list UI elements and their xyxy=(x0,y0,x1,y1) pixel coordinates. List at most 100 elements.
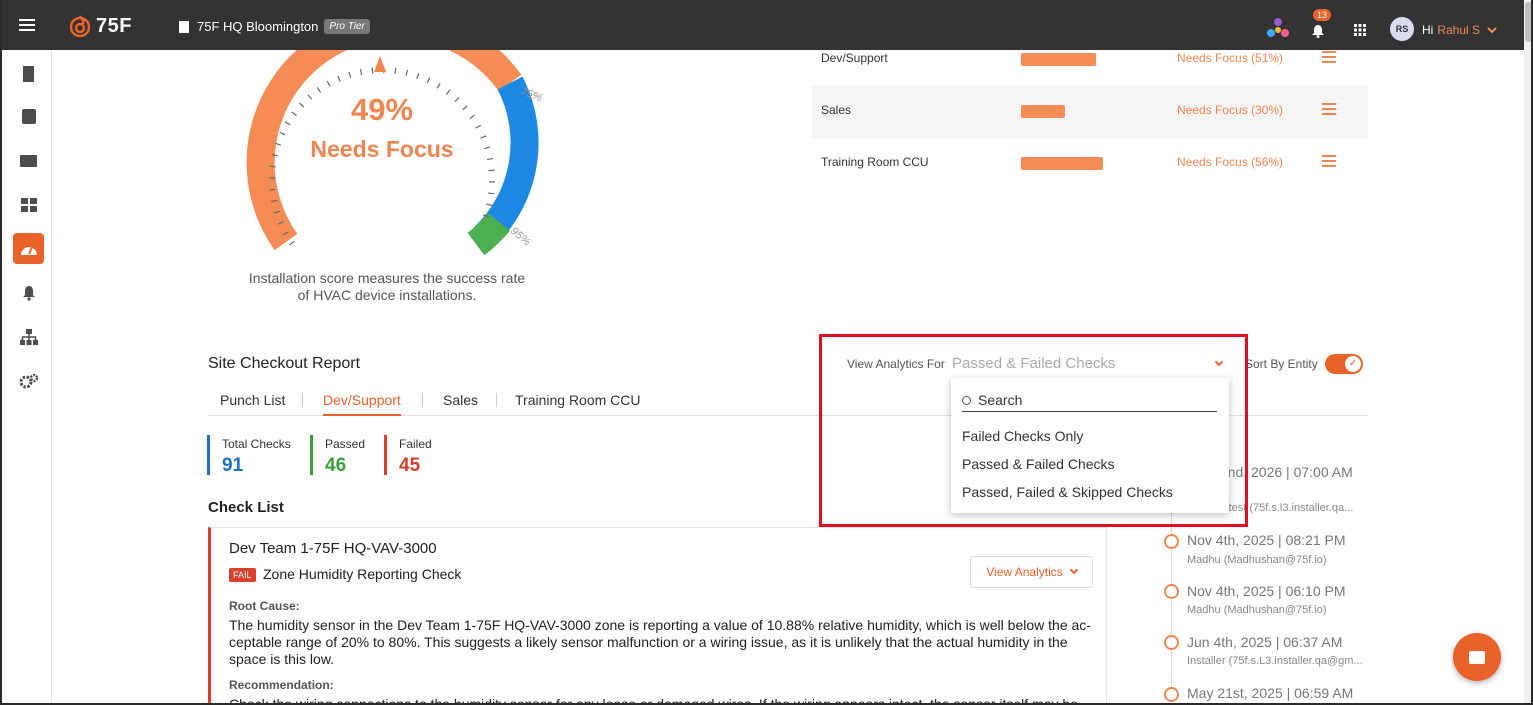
view-analytics-button[interactable]: View Analytics xyxy=(970,556,1093,588)
gauge-status: Needs Focus xyxy=(310,136,453,162)
tab-punch-list[interactable]: Punch List xyxy=(220,392,285,408)
root-cause-label: Root Cause: xyxy=(229,599,300,613)
gauge-caption-line2: of HVAC device installations. xyxy=(297,287,477,303)
gauge-tick xyxy=(394,67,397,74)
bell-icon xyxy=(22,285,35,301)
list-details-icon[interactable] xyxy=(1322,155,1336,167)
recommendation-text: Check the wiring connections to the humi… xyxy=(229,696,1078,705)
sidebar-item-alerts[interactable] xyxy=(13,277,44,308)
timeline-dot xyxy=(1164,635,1179,650)
option-passed-failed-skipped-checks[interactable]: Passed, Failed & Skipped Checks xyxy=(962,484,1173,500)
timeline-user: Madhu (Madhushan@75f.io) xyxy=(1187,604,1327,616)
gauge-mark-95: 95% xyxy=(508,225,533,248)
gauge-score: 49% xyxy=(351,92,413,127)
installation-score-gauge: 49% Needs Focus 75% 95% xyxy=(246,50,544,256)
building-icon xyxy=(179,20,189,33)
entity-name: Sales xyxy=(821,103,852,117)
user-menu[interactable]: Hi Rahul S xyxy=(1422,23,1498,37)
gauge-tick xyxy=(462,105,468,111)
hamburger-menu-icon[interactable] xyxy=(19,19,35,31)
gauge-tick xyxy=(348,71,352,78)
option-failed-checks-only[interactable]: Failed Checks Only xyxy=(962,428,1083,444)
logo-text: 75F xyxy=(96,14,132,37)
total-checks-stat: Total Checks 91 xyxy=(207,435,291,476)
timeline-date: Nov 4th, 2025 | 08:21 PM xyxy=(1187,532,1346,548)
brand-logo[interactable]: 75F xyxy=(68,14,132,38)
gauge-tick xyxy=(371,67,374,74)
gauge-tick xyxy=(269,165,276,168)
gauge-tick xyxy=(469,114,475,120)
sidebar-item-settings[interactable] xyxy=(13,365,44,396)
entity-status: Needs Focus (51%) xyxy=(1177,51,1284,65)
gauge-tick xyxy=(284,121,291,126)
timeline-date: Jun 4th, 2025 | 06:37 AM xyxy=(1187,634,1343,650)
analytics-select[interactable]: Passed & Failed Checks xyxy=(952,355,1115,372)
timeline-dot xyxy=(1164,534,1179,549)
failed-label: Failed xyxy=(399,437,432,451)
passed-value: 46 xyxy=(325,455,347,476)
gauge-tick xyxy=(405,69,409,76)
sidebar-item-buildings[interactable] xyxy=(13,58,44,89)
sort-by-entity-label: Sort By Entity xyxy=(1245,357,1318,371)
check-card-title: Dev Team 1-75F HQ-VAV-3000 xyxy=(229,540,437,557)
sidebar-item-hierarchy[interactable] xyxy=(13,321,44,352)
gauge-tick xyxy=(291,111,297,117)
dropdown-search xyxy=(962,389,1217,412)
dropdown-search-input[interactable] xyxy=(978,392,1198,408)
tab-divider xyxy=(422,393,423,407)
entity-score-bar xyxy=(1021,157,1103,170)
site-selector[interactable]: 75F HQ Bloomington Pro Tier xyxy=(179,19,370,34)
tab-divider xyxy=(496,393,497,407)
list-details-icon[interactable] xyxy=(1322,103,1336,115)
gauge-tick xyxy=(337,75,341,82)
entity-row: Training Room CCU Needs Focus (56%) xyxy=(812,138,1368,190)
timeline-dot xyxy=(1164,687,1179,702)
calendar-check-icon xyxy=(21,109,36,124)
tab-training-room-ccu[interactable]: Training Room CCU xyxy=(515,392,641,408)
dashboard-icon xyxy=(20,197,37,212)
entity-score-bar xyxy=(1021,105,1065,118)
chat-button[interactable] xyxy=(1453,633,1501,681)
site-name: 75F HQ Bloomington xyxy=(197,19,319,34)
gauge-tick xyxy=(454,96,460,103)
sidebar-item-installation-score[interactable] xyxy=(13,233,44,264)
timeline-date: May 21st, 2025 | 06:59 AM xyxy=(1187,685,1354,701)
tab-dev-support[interactable]: Dev/Support xyxy=(323,392,401,416)
scrollbar-thumb[interactable] xyxy=(1525,2,1531,42)
timeline-user: Madhu (Madhushan@75f.io) xyxy=(1187,554,1327,566)
timeline-user: Installer (75f.s.L3.installer.qa@gm... xyxy=(1187,655,1363,667)
gauge-tick xyxy=(475,124,482,129)
tier-badge: Pro Tier xyxy=(324,19,370,34)
list-details-icon[interactable] xyxy=(1322,51,1336,63)
sidebar-item-devices[interactable] xyxy=(13,145,44,176)
sort-by-entity-toggle[interactable]: ✓ xyxy=(1325,354,1363,374)
timeline-dot xyxy=(1164,584,1179,599)
sidebar-item-schedule[interactable] xyxy=(13,101,44,132)
tab-divider xyxy=(302,393,303,407)
entity-status: Needs Focus (30%) xyxy=(1177,103,1284,117)
timeline-line xyxy=(1171,500,1172,703)
sitemap-icon xyxy=(19,328,38,345)
failed-stat: Failed 45 xyxy=(384,435,432,476)
passed-label: Passed xyxy=(325,437,366,451)
tab-sales[interactable]: Sales xyxy=(443,392,478,408)
gauge-icon xyxy=(20,246,37,255)
check-icon: ✓ xyxy=(1345,356,1361,372)
page-scrollbar[interactable] xyxy=(1524,0,1531,703)
gauge-tick xyxy=(298,102,305,108)
entity-name: Dev/Support xyxy=(821,51,888,65)
chevron-down-icon[interactable] xyxy=(1214,357,1224,367)
sidebar-item-dashboard[interactable] xyxy=(13,189,44,220)
gauge-tick xyxy=(359,68,363,76)
gauge-caption: Installation score measures the success … xyxy=(237,270,537,304)
option-passed-failed-checks[interactable]: Passed & Failed Checks xyxy=(962,456,1115,472)
fail-badge: FAIL xyxy=(229,568,256,582)
gauge-tick xyxy=(486,203,493,207)
gauge-tick xyxy=(445,89,451,95)
app-window: 75F 75F HQ Bloomington Pro Tier 13 RS Hi… xyxy=(0,0,1533,705)
user-avatar[interactable]: RS xyxy=(1390,17,1414,41)
gauge-tick xyxy=(416,72,420,80)
checklist-title: Check List xyxy=(208,499,284,516)
view-analytics-for-label: View Analytics For xyxy=(847,357,945,371)
check-name: Zone Humidity Reporting Check xyxy=(263,566,462,582)
